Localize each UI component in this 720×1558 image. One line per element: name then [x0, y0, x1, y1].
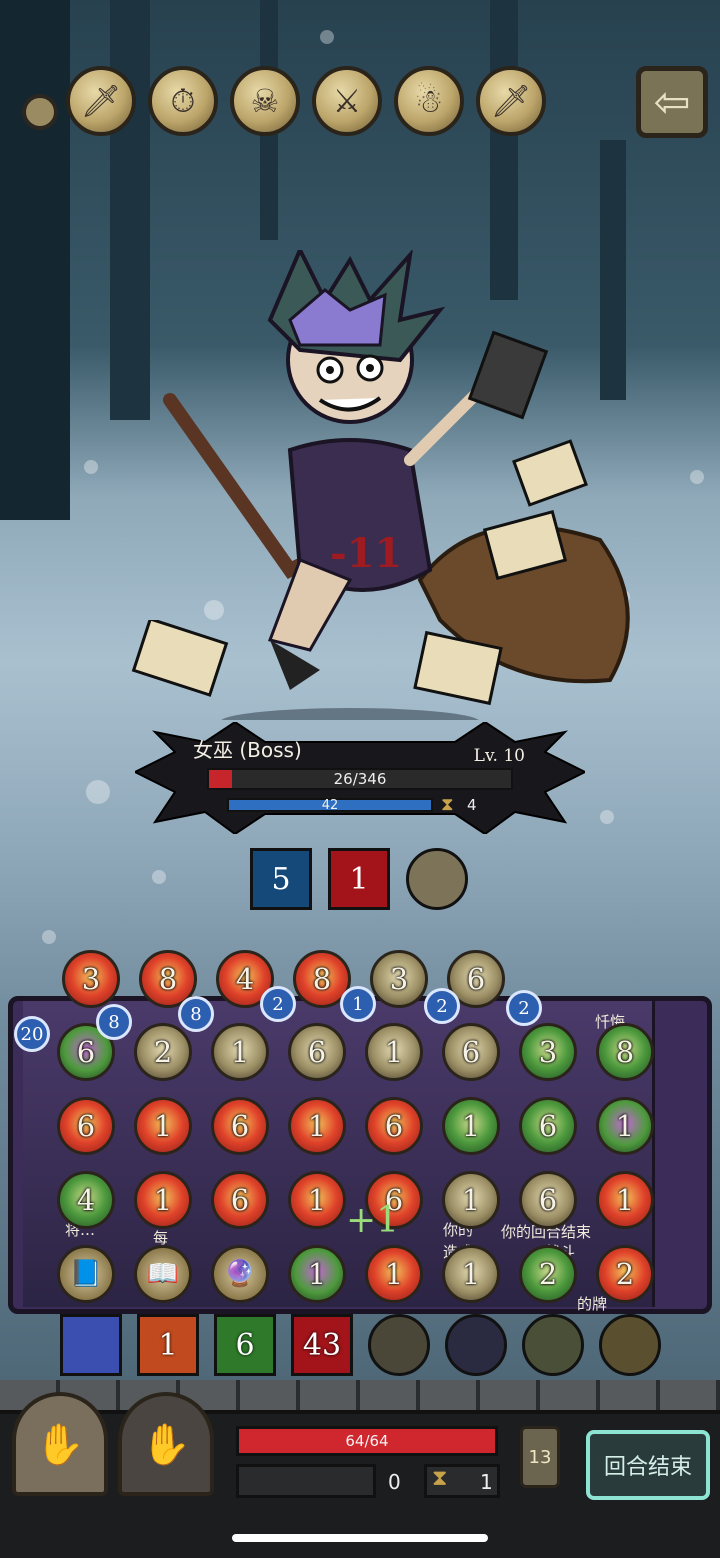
- player-hp-text: 64/64: [345, 1432, 389, 1450]
- zombie-icon[interactable]: [522, 1314, 584, 1376]
- fire-token[interactable]: 6: [211, 1097, 269, 1155]
- item-icon[interactable]: 🔮: [211, 1245, 269, 1303]
- hourglass-icon: ⧗: [441, 794, 454, 815]
- player-hud: ✋ ✋ 64/64 0 ⧗ 1 13 回合结束: [0, 1380, 720, 1558]
- boss-name: 女巫 (Boss): [193, 738, 302, 762]
- boss-status-effects: 51: [250, 848, 480, 914]
- stack-count-badge: 20: [14, 1016, 50, 1052]
- flying-card: [131, 620, 229, 697]
- ghost-token[interactable]: 2: [134, 1023, 192, 1081]
- ghost-token[interactable]: 1: [365, 1023, 423, 1081]
- shield-value: 0: [388, 1470, 401, 1494]
- fire-token[interactable]: 1: [288, 1171, 346, 1229]
- boss-mana-bar: 42: [227, 798, 433, 813]
- item-icon[interactable]: 📖: [134, 1245, 192, 1303]
- magic-hand-door-button[interactable]: ✋: [12, 1392, 108, 1496]
- fire-token[interactable]: 1: [288, 1097, 346, 1155]
- hooded-figure-icon[interactable]: ☠: [230, 66, 300, 136]
- nature-token[interactable]: 8: [596, 1023, 654, 1081]
- fire-burst-icon[interactable]: 43: [291, 1314, 353, 1376]
- damage-number: -11: [330, 530, 403, 577]
- spellbook-icon[interactable]: [445, 1314, 507, 1376]
- sword-icon[interactable]: 🗡: [66, 66, 136, 136]
- hourglass-icon: ⧗: [432, 1466, 448, 1491]
- nature-token[interactable]: 4: [57, 1171, 115, 1229]
- poison-token[interactable]: 1: [596, 1097, 654, 1155]
- bonus-indicator: +1: [346, 1200, 400, 1241]
- back-button[interactable]: ⇦: [636, 66, 708, 138]
- lightning-icon[interactable]: [60, 1314, 122, 1376]
- shield-box: [236, 1464, 376, 1498]
- broken-sword-icon[interactable]: ⚔: [312, 66, 382, 136]
- relic-bar: 🗡 ⏱ ☠ ⚔ ☃ 🗡: [20, 66, 720, 146]
- rage-icon[interactable]: 1: [328, 848, 390, 910]
- snowflake: [152, 870, 166, 884]
- boss-turn-count: 4: [467, 796, 477, 814]
- stone-wall: [0, 1380, 720, 1414]
- witch-icon[interactable]: ☃: [394, 66, 464, 136]
- ghost-token[interactable]: 6: [288, 1023, 346, 1081]
- yellow-burst-icon[interactable]: [599, 1314, 661, 1376]
- ghost-token[interactable]: 1: [211, 1023, 269, 1081]
- nature-token[interactable]: 6: [519, 1097, 577, 1155]
- priest-icon[interactable]: [368, 1314, 430, 1376]
- fire-token[interactable]: 6: [57, 1097, 115, 1155]
- fire-token[interactable]: 6: [211, 1171, 269, 1229]
- attack-token[interactable]: 3: [62, 950, 120, 1008]
- stack-count-badge: 2: [424, 988, 460, 1024]
- sword-icon[interactable]: 🗡: [476, 66, 546, 136]
- background-tree: [110, 0, 150, 420]
- snowflake: [42, 930, 56, 944]
- hourglass-value: 1: [480, 1470, 493, 1494]
- snowflake: [690, 470, 704, 484]
- fire-token[interactable]: 1: [596, 1171, 654, 1229]
- fire-token[interactable]: 1: [134, 1097, 192, 1155]
- vortex-icon[interactable]: 5: [250, 848, 312, 910]
- home-indicator[interactable]: [232, 1534, 488, 1542]
- stack-count-badge: 8: [178, 996, 214, 1032]
- arrow-left-icon: ⇦: [653, 76, 691, 128]
- nature-token[interactable]: 3: [519, 1023, 577, 1081]
- snowflake: [600, 810, 614, 824]
- magic-hand-icon: ✋: [35, 1421, 85, 1468]
- boss-mana-text: 42: [321, 798, 339, 813]
- snowflake: [320, 30, 334, 44]
- boss-hp-bar: 26/346: [207, 768, 513, 790]
- fire-wall-icon[interactable]: 1: [137, 1314, 199, 1376]
- ghost-token[interactable]: 1: [442, 1171, 500, 1229]
- fire-token[interactable]: 2: [596, 1245, 654, 1303]
- nature-token[interactable]: 2: [519, 1245, 577, 1303]
- ghost-token[interactable]: 6: [519, 1171, 577, 1229]
- snowflake: [86, 780, 110, 804]
- dark-hand-door-button[interactable]: ✋: [118, 1392, 214, 1496]
- dark-hand-icon: ✋: [141, 1421, 191, 1468]
- poison-token[interactable]: 1: [288, 1245, 346, 1303]
- stack-count-badge: 8: [96, 1004, 132, 1040]
- boss-level: Lv. 10: [473, 746, 525, 766]
- end-turn-button[interactable]: 回合结束: [586, 1430, 710, 1500]
- attack-token[interactable]: 3: [370, 950, 428, 1008]
- tombstone-icon[interactable]: [406, 848, 468, 910]
- item-icon[interactable]: 📘: [57, 1245, 115, 1303]
- stack-count-badge: 2: [260, 986, 296, 1022]
- stack-count-badge: 2: [506, 990, 542, 1026]
- ghost-token[interactable]: 1: [442, 1245, 500, 1303]
- card-board: 忏悔将…每你的你的回合结束造成战斗的牌621616386161616141616…: [8, 996, 712, 1314]
- fire-token[interactable]: 1: [134, 1171, 192, 1229]
- card-text-label: 的牌: [577, 1295, 608, 1313]
- deck-counter[interactable]: 13: [520, 1426, 560, 1488]
- skill-bar: 1 6 43: [60, 1314, 664, 1380]
- pocket-watch-icon[interactable]: ⏱: [148, 66, 218, 136]
- stack-count-badge: 1: [340, 986, 376, 1022]
- boss-status-panel: 女巫 (Boss) Lv. 10 26/346 42 ⧗ 4: [135, 722, 585, 834]
- boss-hp-text: 26/346: [333, 770, 387, 788]
- heal-icon[interactable]: 6: [214, 1314, 276, 1376]
- nature-token[interactable]: 1: [442, 1097, 500, 1155]
- snowflake: [84, 460, 98, 474]
- fire-token[interactable]: 6: [365, 1097, 423, 1155]
- player-hp-bar: 64/64: [236, 1426, 498, 1456]
- fire-token[interactable]: 1: [365, 1245, 423, 1303]
- ghost-token[interactable]: 6: [442, 1023, 500, 1081]
